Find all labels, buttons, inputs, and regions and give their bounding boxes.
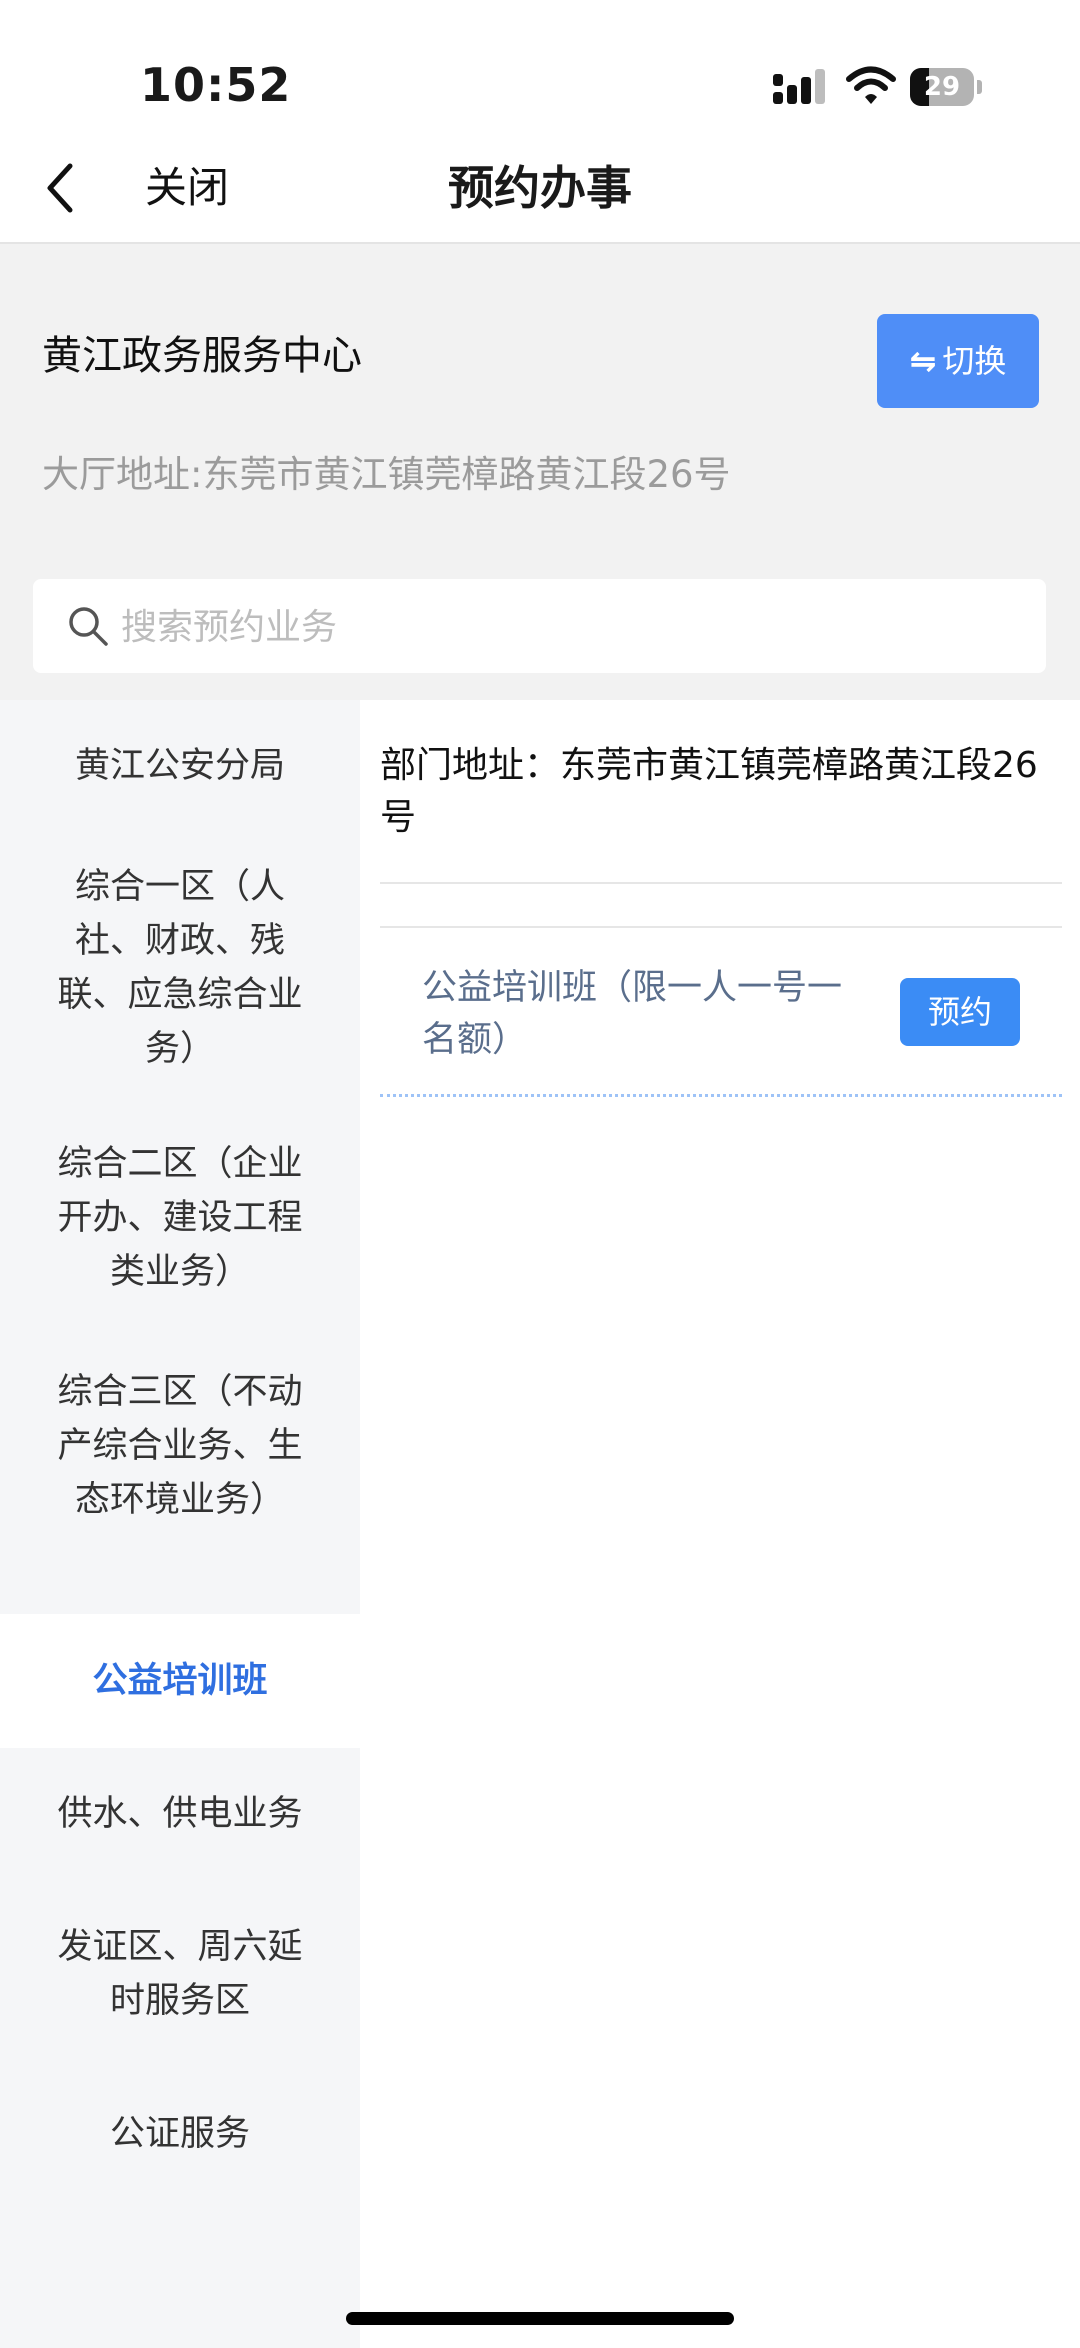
battery-icon: 29 [910,68,982,106]
sidebar-item-zone-3[interactable]: 综合三区（不动产综合业务、生态环境业务） [0,1332,360,1560]
sidebar-item-zone-1[interactable]: 综合一区（人社、财政、残联、应急综合业务） [0,832,360,1104]
sidebar-item-notary[interactable]: 公证服务 [0,2068,360,2200]
sidebar-item-training[interactable]: 公益培训班 [0,1614,360,1748]
page-title: 预约办事 [448,161,632,215]
wifi-icon [846,66,896,104]
sidebar-item-certificate[interactable]: 发证区、周六延时服务区 [0,1880,360,2068]
dotted-divider [380,1094,1062,1097]
sidebar-item-public-security[interactable]: 黄江公安分局 [0,700,360,832]
cellular-signal-icon [773,69,825,104]
department-address: 部门地址：东莞市黄江镇莞樟路黄江段26号 [380,745,1038,838]
sidebar-item-zone-2[interactable]: 综合二区（企业开办、建设工程类业务） [0,1104,360,1332]
search-bar[interactable] [33,579,1046,675]
book-button[interactable]: 预约 [900,978,1020,1046]
divider [380,926,1062,928]
sidebar-item-water-power[interactable]: 供水、供电业务 [0,1748,360,1880]
status-bar: 10:52 29 [0,0,1080,140]
service-center-name: 黄江政务服务中心 [42,333,362,379]
center-info-panel: 黄江政务服务中心 ⇋ 切换 大厅地址:东莞市黄江镇莞樟路黄江段26号 [0,244,1080,700]
category-sidebar: 黄江公安分局 综合一区（人社、财政、残联、应急综合业务） 综合二区（企业开办、建… [0,700,360,2348]
divider [380,882,1062,884]
service-item-name: 公益培训班（限一人一号一名额） [422,968,843,1060]
nav-bar: 关闭 预约办事 [0,140,1080,244]
battery-level: 29 [923,72,961,102]
switch-center-button[interactable]: ⇋ 切换 [877,314,1039,408]
switch-label: 切换 [942,342,1007,380]
search-icon [69,607,108,646]
home-indicator[interactable] [346,2312,734,2325]
search-input[interactable] [119,579,1003,675]
service-content: 部门地址：东莞市黄江镇莞樟路黄江段26号 公益培训班（限一人一号一名额） 预约 [360,700,1080,2348]
hall-address: 大厅地址:东莞市黄江镇莞樟路黄江段26号 [42,453,731,496]
switch-arrows-icon: ⇋ [909,342,937,380]
status-time: 10:52 [140,58,292,112]
